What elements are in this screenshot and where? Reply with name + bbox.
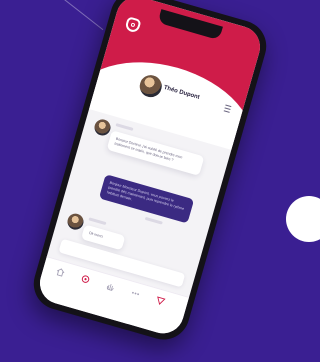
message-meta: [115, 123, 134, 131]
phone-mockup: Théo Dupont Bonjour Docteur, j'ai oublié…: [27, 0, 273, 346]
app-logo-icon[interactable]: [124, 16, 142, 34]
message-meta: [144, 216, 163, 225]
message-meta: [88, 217, 107, 226]
background-line: [39, 0, 104, 31]
background-circle: [286, 196, 320, 242]
phone-frame: Théo Dupont Bonjour Docteur, j'ai oublié…: [27, 0, 273, 346]
send-icon: [156, 296, 166, 305]
tab-more[interactable]: [121, 285, 149, 303]
more-icon: [131, 291, 139, 295]
contact-avatar: [92, 117, 113, 138]
tab-chat[interactable]: [71, 271, 99, 289]
contact-avatar: [65, 211, 86, 232]
hand-icon: [106, 283, 114, 291]
chat-icon: [81, 275, 89, 283]
message-incoming: Bonjour Docteur, j'ai oublié de prendre …: [106, 130, 205, 176]
tab-home[interactable]: [46, 264, 74, 282]
phone-screen: Théo Dupont Bonjour Docteur, j'ai oublié…: [35, 0, 265, 339]
tab-send[interactable]: [146, 293, 174, 311]
home-icon: [56, 268, 64, 277]
tab-hand[interactable]: [96, 278, 124, 296]
